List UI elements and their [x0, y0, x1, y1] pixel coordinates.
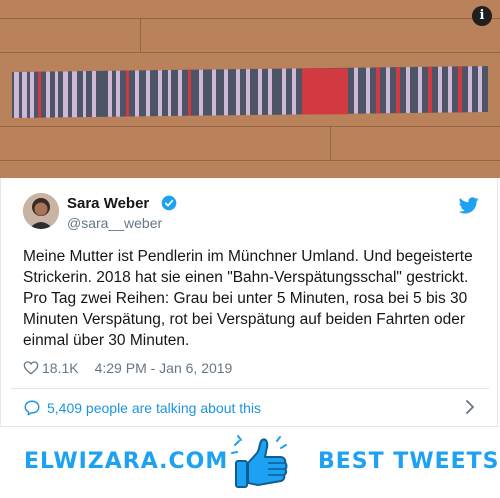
author-handle[interactable]: @sara__weber [67, 215, 162, 231]
brand-link-elwizara[interactable]: ELWIZARA.COM [24, 449, 228, 474]
comment-bubble-icon [24, 400, 40, 415]
conversation-link[interactable]: 5,409 people are talking about this [11, 389, 489, 426]
tweet-timestamp[interactable]: 4:29 PM - Jan 6, 2019 [95, 360, 233, 376]
twitter-bird-icon[interactable] [459, 197, 479, 214]
tweet-meta: 18.1K 4:29 PM - Jan 6, 2019 [23, 358, 232, 378]
avatar[interactable] [23, 193, 59, 229]
conversation-text: 5,409 people are talking about this [47, 399, 262, 416]
knitted-scarf [12, 66, 488, 118]
branding-footer: ELWIZARA.COM BEST TWEETS [0, 427, 500, 498]
author-name[interactable]: Sara Weber [67, 195, 149, 212]
brand-label-best-tweets[interactable]: BEST TWEETS [318, 449, 500, 474]
heart-icon[interactable] [23, 360, 39, 376]
thumbs-up-icon [231, 435, 288, 488]
info-icon[interactable]: i [472, 6, 492, 26]
verified-badge-icon [161, 195, 177, 211]
chevron-right-icon [466, 400, 474, 414]
tweet-text: Meine Mutter ist Pendlerin im Münchner U… [23, 248, 473, 349]
tweet-photo[interactable]: i [0, 0, 500, 178]
tweet-card: Sara Weber @sara__weber Meine Mutter ist… [0, 178, 498, 427]
like-count[interactable]: 18.1K [42, 360, 79, 376]
